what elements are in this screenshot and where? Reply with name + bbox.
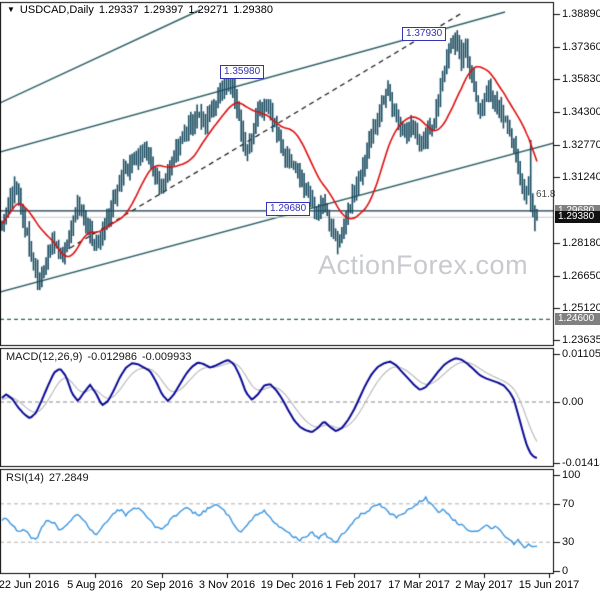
open-value: 1.29337 bbox=[98, 4, 139, 16]
date-axis-label: 17 Mar 2017 bbox=[388, 579, 450, 591]
date-axis-label: 22 Jun 2016 bbox=[0, 579, 60, 591]
price-axis-tick-label: 1.31240 bbox=[562, 171, 600, 184]
rsi-axis-tick-label: 30 bbox=[562, 536, 575, 549]
price-axis-tick-label: 1.32770 bbox=[562, 138, 600, 151]
high-value: 1.29397 bbox=[143, 4, 184, 16]
price-axis-tick-label: 1.26650 bbox=[562, 269, 600, 282]
macd-signal-value: -0.009933 bbox=[141, 351, 192, 363]
rsi-axis-tick-label: 70 bbox=[562, 497, 575, 510]
date-axis-label: 2 May 2017 bbox=[455, 579, 513, 591]
price-axis-tick-label: 1.37360 bbox=[562, 40, 600, 53]
macd-panel[interactable] bbox=[0, 348, 554, 467]
rsi-indicator-label: RSI(14) 27.2849 bbox=[6, 472, 94, 484]
rsi-name: RSI(14) bbox=[6, 472, 44, 484]
price-axis-tick-label: 1.28180 bbox=[562, 236, 600, 249]
price-axis-badge: 1.29380 bbox=[555, 211, 600, 224]
date-axis-label: 19 Dec 2016 bbox=[260, 579, 324, 591]
date-axis-label: 3 Nov 2016 bbox=[198, 579, 256, 591]
ohlc-header: ▼ USDCAD,Daily 1.29337 1.29397 1.29271 1.2938… bbox=[7, 4, 278, 16]
main-price-panel[interactable] bbox=[0, 2, 554, 346]
macd-axis-tick-label: 0.00 bbox=[562, 396, 584, 408]
macd-axis-tick-label: -0.01413 bbox=[562, 456, 600, 469]
chart-window: ActionForex.com 61.8 ▼USDCAD,Daily1.2933… bbox=[0, 0, 600, 600]
macd-axis-tick-label: 0.01105 bbox=[562, 348, 600, 361]
date-axis-label: 15 Jun 2017 bbox=[518, 579, 580, 591]
symbol-name: USDCAD,Daily bbox=[19, 4, 94, 16]
symbol-marker-icon: ▼ bbox=[7, 5, 15, 14]
close-value: 1.29380 bbox=[233, 4, 273, 16]
rsi-axis-tick-label: 100 bbox=[562, 469, 581, 481]
rsi-value: 27.2849 bbox=[48, 472, 89, 484]
macd-main-value: -0.012986 bbox=[87, 351, 137, 363]
price-axis-tick-label: 1.38890 bbox=[562, 8, 600, 20]
price-axis-badge: 1.24600 bbox=[555, 313, 600, 326]
macd-name: MACD(12,26,9) bbox=[6, 351, 83, 363]
date-axis-label: 5 Aug 2016 bbox=[67, 579, 123, 591]
macd-indicator-label: MACD(12,26,9) -0.012986 -0.009933 bbox=[6, 351, 197, 363]
price-level-box: 1.37930 bbox=[402, 27, 447, 41]
price-axis-tick-label: 1.35830 bbox=[562, 73, 600, 86]
rsi-panel[interactable] bbox=[0, 469, 554, 574]
low-value: 1.29271 bbox=[188, 4, 229, 16]
price-level-box: 1.29680 bbox=[266, 202, 311, 216]
price-axis-tick-label: 1.23635 bbox=[562, 333, 600, 346]
rsi-axis-tick-label: 0 bbox=[562, 565, 569, 577]
date-axis-label: 1 Feb 2017 bbox=[326, 579, 382, 591]
date-axis-label: 20 Sep 2016 bbox=[130, 579, 194, 591]
price-level-box: 1.35980 bbox=[220, 65, 265, 79]
price-axis-tick-label: 1.34300 bbox=[562, 106, 600, 119]
